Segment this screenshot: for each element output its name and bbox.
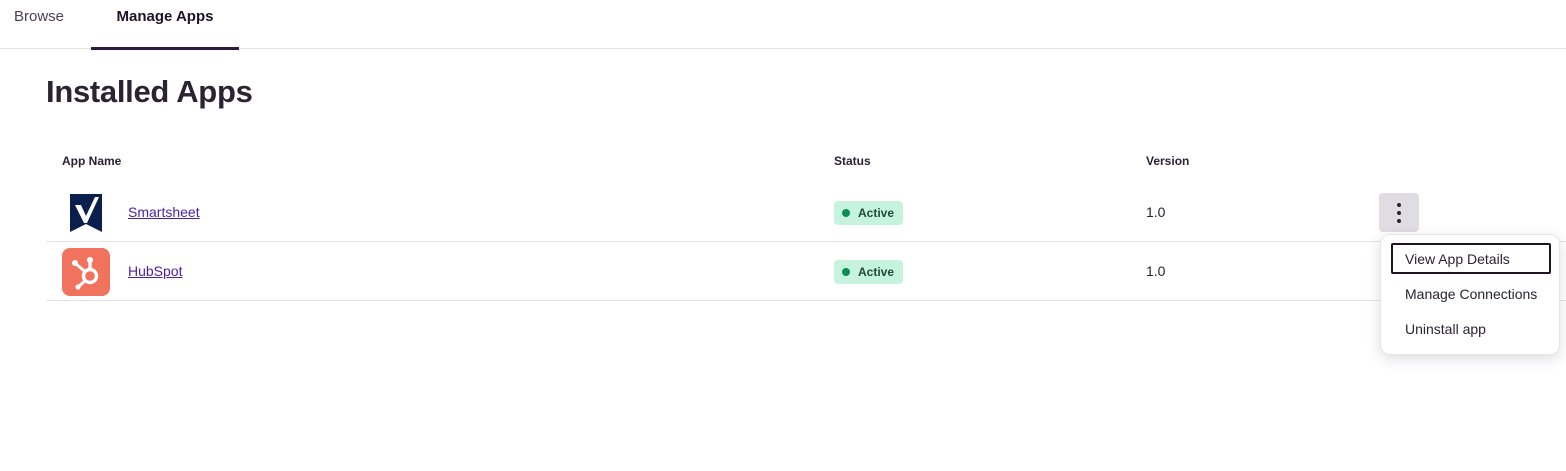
app-version: 1.0 <box>1146 204 1166 220</box>
app-actions-menu: View App Details Manage Connections Unin… <box>1380 234 1560 355</box>
status-badge: Active <box>834 260 904 284</box>
status-label: Active <box>858 265 895 279</box>
app-version: 1.0 <box>1146 263 1166 279</box>
status-dot-icon <box>842 268 850 276</box>
table-row: HubSpot Active 1.0 <box>46 242 1566 301</box>
column-header-app-name: App Name <box>62 154 122 168</box>
tab-manage-apps[interactable]: Manage Apps <box>91 0 239 50</box>
more-vertical-icon <box>1397 202 1401 207</box>
app-link-hubspot[interactable]: HubSpot <box>128 263 182 279</box>
column-header-status: Status <box>834 154 871 168</box>
page-title: Installed Apps <box>46 74 253 109</box>
status-label: Active <box>858 206 895 220</box>
menu-item-view-app-details[interactable]: View App Details <box>1391 243 1551 274</box>
menu-item-uninstall-app[interactable]: Uninstall app <box>1391 315 1551 346</box>
more-actions-button[interactable] <box>1379 193 1419 232</box>
status-dot-icon <box>842 209 850 217</box>
smartsheet-logo-icon <box>62 189 110 237</box>
table-row: Smartsheet Active 1.0 <box>46 183 1566 242</box>
status-badge: Active <box>834 201 904 225</box>
hubspot-logo-icon <box>62 248 110 296</box>
top-tabs: Browse Manage Apps <box>0 0 1566 50</box>
column-header-version: Version <box>1146 154 1190 168</box>
app-link-smartsheet[interactable]: Smartsheet <box>128 204 200 220</box>
tab-browse[interactable]: Browse <box>14 0 64 49</box>
menu-item-manage-connections[interactable]: Manage Connections <box>1391 280 1551 311</box>
